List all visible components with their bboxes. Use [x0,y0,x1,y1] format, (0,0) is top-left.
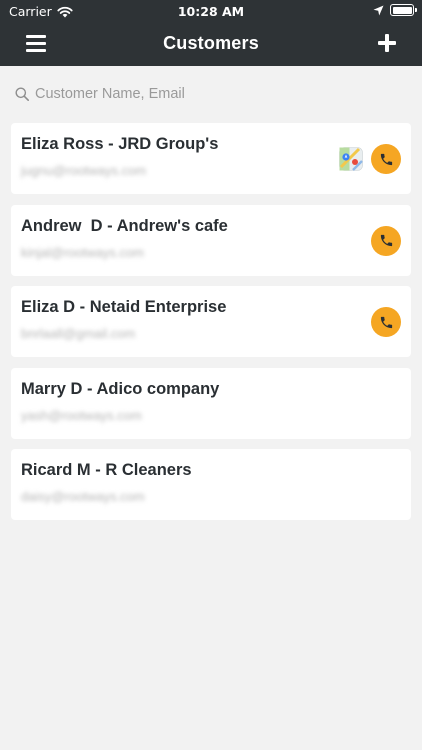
customer-name: Marry D - Adico company [21,379,220,398]
customer-email: daisy@rootways.com [21,489,145,504]
customer-email: bnrlaall@gmail.com [21,326,136,341]
customer-name: Andrew D - Andrew's cafe [21,216,228,235]
customer-name: Eliza Ross - JRD Group's [21,135,219,153]
search-input[interactable] [35,83,395,105]
location-arrow-icon [373,5,384,15]
call-button[interactable] [371,225,401,256]
phone-icon [380,234,392,247]
phone-icon [380,153,392,165]
customer-email: yash@rootways.com [21,407,142,423]
call-button[interactable] [371,144,401,174]
customer-name: Eliza D - Netaid Enterprise [21,298,227,316]
status-time: 10:28 AM [177,4,245,19]
nav-bar: Customers [0,22,422,66]
customer-card[interactable]: Andrew D - Andrew's cafe kinjal@rootways.… [11,204,411,276]
status-right [373,4,417,16]
customer-email: jugnu@rootways.com [21,163,147,178]
customer-name: Ricard M - R Cleaners [21,461,192,479]
maps-icon [339,147,363,171]
add-customer-button[interactable] [378,34,396,52]
phone-icon [380,316,392,328]
customer-card[interactable]: Marry D - Adico company yash@rootways.com [11,367,411,439]
open-maps-button[interactable] [339,147,363,171]
page-title: Customers [163,33,259,53]
battery-icon [390,4,417,16]
customer-list: Eliza Ross - JRD Group's jugnu@rootways.c… [11,123,411,531]
search-bar [0,66,422,120]
customer-email: kinjal@rootways.com [21,244,145,260]
customer-card[interactable]: Ricard M - R Cleaners daisy@rootways.com [11,449,411,520]
customer-card[interactable]: Eliza Ross - JRD Group's jugnu@rootways.c… [11,123,411,194]
status-bar: Carrier 10:28 AM [0,0,422,22]
search-icon [15,87,29,101]
call-button[interactable] [371,307,401,337]
customer-card[interactable]: Eliza D - Netaid Enterprise bnrlaall@gmai… [11,286,411,357]
